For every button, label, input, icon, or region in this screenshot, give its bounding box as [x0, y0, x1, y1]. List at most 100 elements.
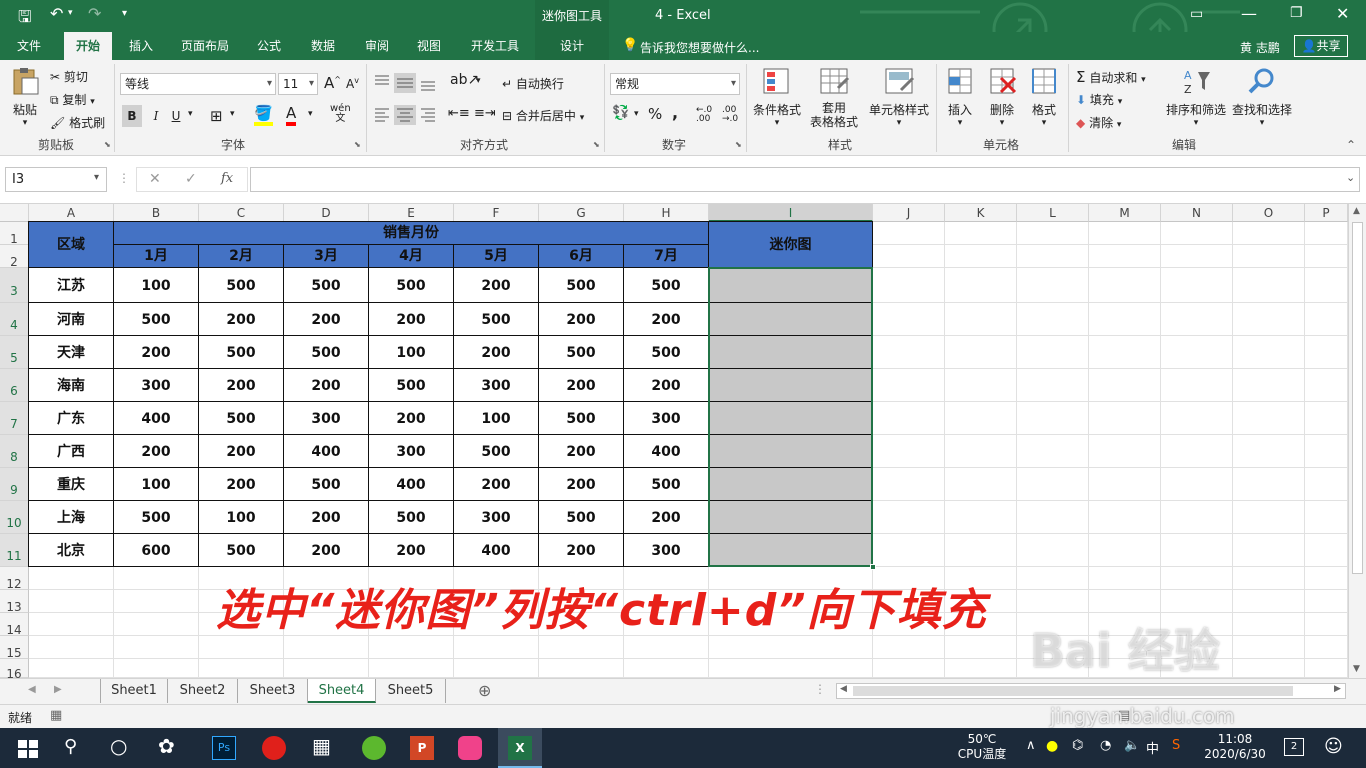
scroll-down-icon[interactable]: ▼ — [1353, 664, 1360, 674]
value-cell[interactable]: 500 — [284, 468, 369, 501]
value-cell[interactable]: 500 — [539, 336, 624, 369]
user-name[interactable]: 黄 志鹏 — [1240, 39, 1280, 56]
format-painter-button[interactable]: 🖌 格式刷 — [50, 114, 105, 131]
name-box[interactable]: I3 — [5, 167, 107, 192]
clock[interactable]: 11:08 2020/6/30 — [1200, 732, 1270, 762]
value-cell[interactable]: 400 — [454, 534, 539, 567]
region-cell[interactable]: 天津 — [29, 336, 114, 369]
enter-icon[interactable]: ✓ — [185, 171, 197, 187]
currency-icon[interactable]: 💱 — [612, 105, 629, 121]
row-header-8[interactable]: 8 — [0, 435, 29, 468]
sheet-tab-3[interactable]: Sheet3 — [238, 679, 308, 703]
insert-cells-button[interactable]: 插入 ▾ — [942, 66, 978, 128]
column-header-F[interactable]: F — [454, 204, 539, 222]
calculator-icon[interactable]: ▦ — [312, 734, 331, 758]
sheet-tab-1[interactable]: Sheet1 — [100, 679, 168, 703]
value-cell[interactable]: 200 — [539, 534, 624, 567]
row-header-6[interactable]: 6 — [0, 369, 29, 402]
tab-split-icon[interactable]: ⋮ — [814, 682, 826, 696]
value-cell[interactable]: 500 — [454, 435, 539, 468]
paste-button[interactable]: 粘贴 ▾ — [8, 66, 42, 128]
hscroll-thumb[interactable] — [853, 686, 1293, 696]
chat-icon[interactable]: ☺ — [1324, 736, 1343, 757]
column-header-O[interactable]: O — [1233, 204, 1305, 222]
cpu-temp-widget[interactable]: 50℃ CPU温度 — [952, 732, 1012, 762]
tab-design[interactable]: 设计 — [535, 32, 609, 60]
row-header-10[interactable]: 10 — [0, 501, 29, 534]
value-cell[interactable]: 200 — [199, 435, 284, 468]
value-cell[interactable]: 500 — [369, 369, 454, 402]
tab-review[interactable]: 审阅 — [356, 32, 398, 60]
formula-input[interactable] — [250, 167, 1360, 192]
value-cell[interactable]: 200 — [199, 369, 284, 402]
row-header-4[interactable]: 4 — [0, 303, 29, 336]
next-sheet-icon[interactable]: ▶ — [54, 684, 62, 695]
notification-center[interactable]: 2 — [1284, 738, 1304, 756]
month-header-cell[interactable]: 4月 — [369, 245, 454, 268]
increase-indent-icon[interactable]: ≡⇥ — [474, 106, 496, 121]
font-launcher-icon[interactable]: ⬊ — [354, 140, 361, 149]
comma-button[interactable]: , — [672, 103, 678, 122]
sort-filter-button[interactable]: AZ 排序和筛选 ▾ — [1164, 66, 1228, 128]
value-cell[interactable]: 500 — [199, 402, 284, 435]
customize-qat-icon[interactable]: ▾ — [122, 8, 127, 19]
value-cell[interactable]: 300 — [284, 402, 369, 435]
italic-button[interactable]: I — [148, 105, 164, 127]
undo-dropdown-icon[interactable]: ▾ — [68, 8, 73, 18]
region-cell[interactable]: 重庆 — [29, 468, 114, 501]
value-cell[interactable]: 500 — [624, 268, 709, 303]
decrease-decimal-icon[interactable]: .00 →.0 — [722, 106, 738, 124]
region-cell[interactable]: 上海 — [29, 501, 114, 534]
value-cell[interactable]: 200 — [114, 435, 199, 468]
bold-button[interactable]: B — [122, 105, 142, 127]
column-header-M[interactable]: M — [1089, 204, 1161, 222]
photoshop-icon[interactable]: Ps — [212, 736, 236, 760]
value-cell[interactable]: 100 — [454, 402, 539, 435]
value-cell[interactable]: 200 — [624, 369, 709, 402]
region-header-cell[interactable]: 区域 — [29, 222, 114, 268]
vertical-align-icons[interactable] — [372, 72, 438, 94]
scroll-right-icon[interactable]: ▶ — [1334, 684, 1341, 694]
close-icon[interactable]: ✕ — [1336, 4, 1349, 23]
value-cell[interactable]: 500 — [539, 268, 624, 303]
tab-file[interactable]: 文件 — [8, 32, 50, 60]
sheet-tab-5[interactable]: Sheet5 — [376, 679, 446, 703]
column-header-G[interactable]: G — [539, 204, 624, 222]
row-header-7[interactable]: 7 — [0, 402, 29, 435]
orientation-dropdown-icon[interactable]: ▾ — [476, 76, 481, 86]
value-cell[interactable]: 200 — [539, 303, 624, 336]
borders-icon[interactable]: ⊞ — [210, 107, 223, 125]
row-header-16[interactable]: 16 — [0, 659, 29, 678]
value-cell[interactable]: 200 — [284, 303, 369, 336]
name-box-dropdown-icon[interactable]: ▾ — [94, 172, 99, 183]
network-icon[interactable]: ⌬ — [1072, 738, 1083, 753]
region-cell[interactable]: 海南 — [29, 369, 114, 402]
prev-sheet-icon[interactable]: ◀ — [28, 684, 36, 695]
column-header-H[interactable]: H — [624, 204, 709, 222]
phonetic-button[interactable]: wén 文 — [330, 104, 351, 124]
month-header-cell[interactable]: 3月 — [284, 245, 369, 268]
row-header-12[interactable]: 12 — [0, 567, 29, 591]
select-all-corner[interactable] — [0, 204, 29, 222]
task-view-icon[interactable]: ○ — [110, 734, 127, 758]
value-cell[interactable]: 500 — [539, 402, 624, 435]
pinwheel-app-icon[interactable]: ✿ — [158, 734, 175, 758]
format-cells-button[interactable]: 格式 ▾ — [1026, 66, 1062, 128]
column-header-K[interactable]: K — [945, 204, 1017, 222]
tray-app-icon[interactable]: ● — [1046, 738, 1058, 754]
fill-color-icon[interactable]: 🪣 — [254, 104, 273, 126]
value-cell[interactable]: 400 — [624, 435, 709, 468]
shrink-font-button[interactable]: Av — [346, 76, 359, 91]
value-cell[interactable]: 600 — [114, 534, 199, 567]
insert-function-button[interactable]: fx — [221, 171, 233, 186]
restore-icon[interactable]: ❐ — [1290, 5, 1303, 21]
ime-indicator[interactable]: 中 — [1146, 738, 1159, 757]
currency-dropdown-icon[interactable]: ▾ — [634, 109, 639, 119]
number-launcher-icon[interactable]: ⬊ — [735, 140, 742, 149]
value-cell[interactable]: 200 — [369, 402, 454, 435]
font-color-icon[interactable]: A — [286, 104, 297, 126]
row-header-15[interactable]: 15 — [0, 636, 29, 660]
merge-center-button[interactable]: ⊟ 合并后居中 ▾ — [502, 107, 584, 124]
column-header-J[interactable]: J — [873, 204, 945, 222]
tell-me-box[interactable]: 告诉我您想要做什么... — [640, 39, 759, 56]
